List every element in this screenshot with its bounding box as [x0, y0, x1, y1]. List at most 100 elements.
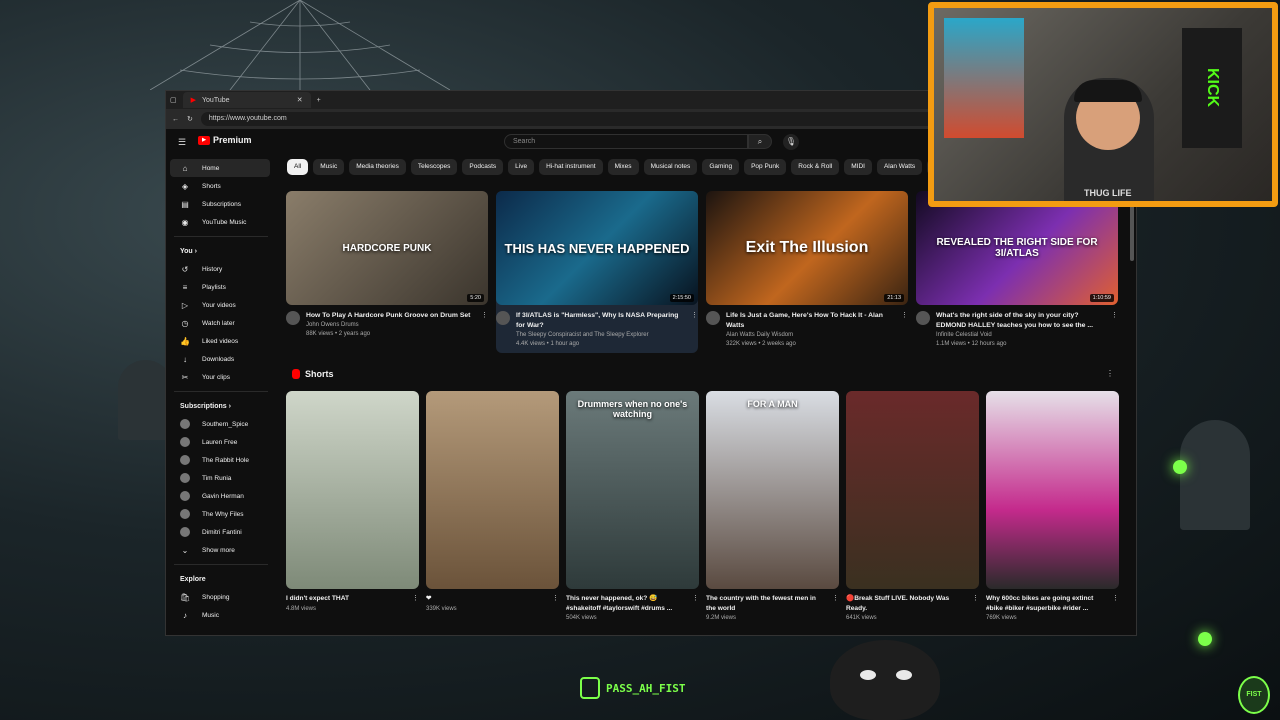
more-options-icon[interactable]: ⋮: [972, 594, 979, 621]
microphone-icon[interactable]: 🎙: [783, 134, 799, 150]
video-thumbnail[interactable]: Exit The Illusion 21:13: [706, 191, 908, 305]
video-card[interactable]: HARDCORE PUNK 5:20 How To Play A Hardcore …: [286, 191, 488, 353]
channel-name[interactable]: The Sleepy Conspiracist and The Sleepy E…: [516, 331, 685, 340]
sidebar-item-southern-spice[interactable]: Southern_Spice: [170, 415, 270, 433]
channel-avatar[interactable]: [916, 311, 930, 325]
video-thumbnail[interactable]: THIS HAS NEVER HAPPENED 2:15:50: [496, 191, 698, 305]
short-thumbnail[interactable]: [286, 391, 419, 589]
filter-chip[interactable]: Hi-hat instrument: [539, 159, 603, 175]
more-options-icon[interactable]: ⋮: [1112, 594, 1119, 621]
more-options-icon[interactable]: ⋮: [901, 311, 908, 349]
filter-chip[interactable]: Pop Punk: [744, 159, 787, 175]
filter-chip[interactable]: Rock & Roll: [791, 159, 840, 175]
short-title[interactable]: ❤: [426, 594, 541, 604]
video-title[interactable]: How To Play A Hardcore Punk Groove on Dr…: [306, 311, 470, 321]
channel-avatar[interactable]: [496, 311, 510, 325]
filter-chip[interactable]: Alan Watts: [876, 159, 923, 175]
video-card[interactable]: Exit The Illusion 21:13 Life Is Just a Gam…: [706, 191, 908, 353]
short-thumbnail[interactable]: [846, 391, 979, 589]
video-title[interactable]: Life Is Just a Game, Here's How To Hack …: [726, 311, 895, 331]
sidebar-item-home[interactable]: ⌂ Home: [170, 159, 270, 177]
reload-icon[interactable]: ↻: [187, 115, 193, 123]
sidebar-item-subscriptions[interactable]: ▤ Subscriptions: [170, 195, 270, 213]
back-icon[interactable]: ←: [172, 116, 179, 123]
show-more-button[interactable]: ⌄ Show more: [170, 541, 270, 559]
sidebar-item-shorts[interactable]: ◈ Shorts: [170, 177, 270, 195]
short-thumbnail[interactable]: Drummers when no one's watching: [566, 391, 699, 589]
youtube-logo[interactable]: ▶ Premium: [198, 135, 252, 145]
more-options-icon[interactable]: ⋮: [691, 311, 698, 349]
short-card[interactable]: Why 600cc bikes are going extinct #bike …: [986, 391, 1119, 621]
sidebar-item-lauren-free[interactable]: Lauren Free: [170, 433, 270, 451]
short-title[interactable]: The country with the fewest men in the w…: [706, 594, 821, 613]
short-card[interactable]: 🔴Break Stuff LIVE. Nobody Was Ready. 641K…: [846, 391, 979, 621]
sidebar-item-tim-runia[interactable]: Tim Runia: [170, 469, 270, 487]
scrollbar[interactable]: [1130, 201, 1134, 261]
filter-chip[interactable]: Media theories: [349, 159, 406, 175]
more-options-icon[interactable]: ⋮: [1106, 369, 1114, 378]
sidebar-item-dimitri-fantini[interactable]: Dimitri Fantini: [170, 523, 270, 541]
sidebar-item-gavin-herman[interactable]: Gavin Herman: [170, 487, 270, 505]
short-card[interactable]: FOR A MAN The country with the fewest men…: [706, 391, 839, 621]
sidebar-item-downloads[interactable]: ↓ Downloads: [170, 350, 270, 368]
sidebar-item-music[interactable]: ♪ Music: [170, 606, 270, 624]
filter-chip[interactable]: Mixes: [607, 159, 639, 175]
short-thumbnail[interactable]: [426, 391, 559, 589]
short-thumbnail[interactable]: [986, 391, 1119, 589]
search-input[interactable]: Search: [504, 134, 748, 149]
filter-chip[interactable]: Live: [508, 159, 535, 175]
more-options-icon[interactable]: ⋮: [692, 594, 699, 621]
video-thumbnail[interactable]: REVEALED THE RIGHT SIDE FOR 3I/ATLAS 1:10…: [916, 191, 1118, 305]
filter-chip[interactable]: Gaming: [702, 159, 740, 175]
short-thumbnail[interactable]: FOR A MAN: [706, 391, 839, 589]
short-card[interactable]: Drummers when no one's watching This neve…: [566, 391, 699, 621]
filter-chip[interactable]: Musical notes: [643, 159, 698, 175]
filter-chip[interactable]: Telescopes: [410, 159, 458, 175]
short-card[interactable]: I didn't expect THAT 4.8M views ⋮: [286, 391, 419, 621]
video-thumbnail[interactable]: HARDCORE PUNK 5:20: [286, 191, 488, 305]
more-options-icon[interactable]: ⋮: [481, 311, 488, 339]
filter-chip[interactable]: Music: [313, 159, 345, 175]
sidebar-item-youtube-music[interactable]: ◉ YouTube Music: [170, 213, 270, 231]
menu-icon[interactable]: ☰: [178, 137, 187, 148]
filter-chip[interactable]: MIDI: [844, 159, 872, 175]
video-title[interactable]: What's the right side of the sky in your…: [936, 311, 1105, 331]
more-options-icon[interactable]: ⋮: [1111, 311, 1118, 349]
sidebar-item-history[interactable]: ↺ History: [170, 260, 270, 278]
tab-list-icon[interactable]: ▢: [170, 96, 177, 104]
sidebar: ⌂ Home ◈ Shorts ▤ Subscriptions ◉ YouTube Music…: [166, 159, 276, 635]
sidebar-item-liked-videos[interactable]: 👍 Liked videos: [170, 332, 270, 350]
video-card[interactable]: THIS HAS NEVER HAPPENED 2:15:50 If 3I/ATLA…: [496, 191, 698, 354]
filter-chip[interactable]: Podcasts: [462, 159, 504, 175]
video-meta: What's the right side of the sky in your…: [916, 311, 1118, 349]
channel-name[interactable]: Infinite Celestial Void: [936, 331, 1105, 340]
sidebar-item-your-videos[interactable]: ▷ Your videos: [170, 296, 270, 314]
video-title[interactable]: If 3I/ATLAS is "Harmless", Why Is NASA P…: [516, 311, 685, 331]
short-title[interactable]: This never happened, ok? 😅 #shakeitoff #…: [566, 594, 681, 613]
close-tab-icon[interactable]: ✕: [297, 96, 303, 104]
sidebar-item-watch-later[interactable]: ◷ Watch later: [170, 314, 270, 332]
video-card[interactable]: REVEALED THE RIGHT SIDE FOR 3I/ATLAS 1:10…: [916, 191, 1118, 353]
sidebar-item-the-rabbit-hole[interactable]: The Rabbit Hole: [170, 451, 270, 469]
sidebar-item-playlists[interactable]: ≡ Playlists: [170, 278, 270, 296]
more-options-icon[interactable]: ⋮: [832, 594, 839, 621]
channel-avatar[interactable]: [286, 311, 300, 325]
browser-tab[interactable]: ▶ YouTube ✕: [182, 92, 311, 108]
channel-name[interactable]: Alan Watts Daily Wisdom: [726, 331, 895, 340]
sidebar-heading-you[interactable]: You ›: [166, 242, 276, 260]
search-icon[interactable]: ⌕: [748, 134, 772, 149]
channel-name[interactable]: John Owens Drums: [306, 321, 470, 330]
short-title[interactable]: I didn't expect THAT: [286, 594, 401, 604]
short-title[interactable]: 🔴Break Stuff LIVE. Nobody Was Ready.: [846, 594, 961, 613]
filter-chip[interactable]: All: [287, 159, 309, 175]
short-card[interactable]: ❤ 339K views ⋮: [426, 391, 559, 621]
channel-avatar[interactable]: [706, 311, 720, 325]
more-options-icon[interactable]: ⋮: [552, 594, 559, 612]
new-tab-icon[interactable]: +: [317, 97, 321, 104]
sidebar-heading-subscriptions[interactable]: Subscriptions ›: [166, 397, 276, 415]
sidebar-item-your-clips[interactable]: ✂ Your clips: [170, 368, 270, 386]
sidebar-item-shopping[interactable]: 🛍 Shopping: [170, 588, 270, 606]
short-title[interactable]: Why 600cc bikes are going extinct #bike …: [986, 594, 1101, 613]
sidebar-item-the-why-files[interactable]: The Why Files: [170, 505, 270, 523]
more-options-icon[interactable]: ⋮: [412, 594, 419, 612]
